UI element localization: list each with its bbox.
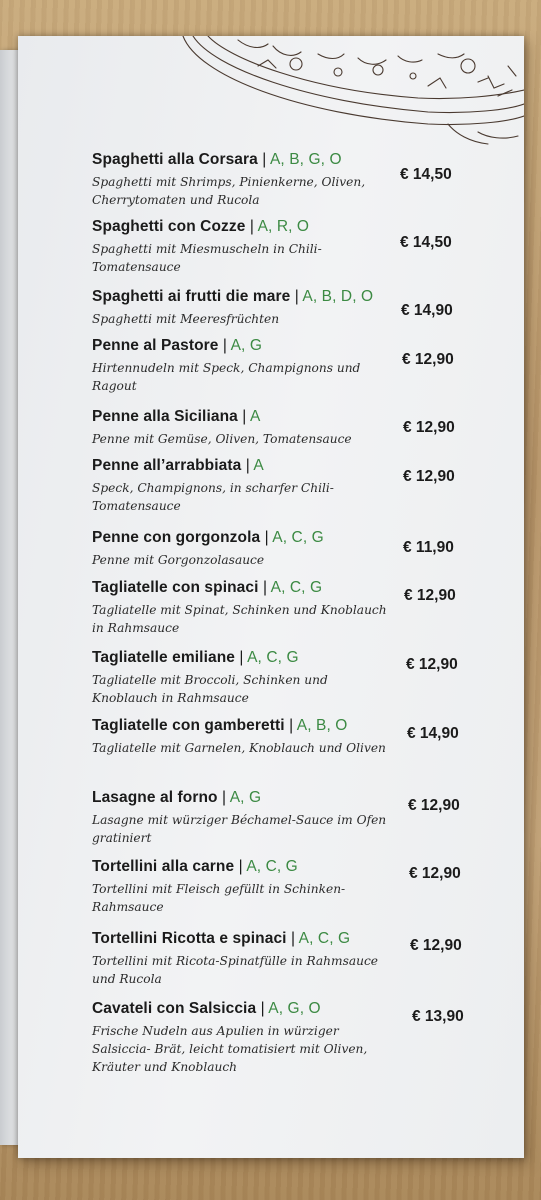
- dish-description: Tagliatelle mit Garnelen, Knoblauch und …: [92, 741, 386, 755]
- dish-name: Tortellini Ricotta e spinaci: [92, 930, 287, 947]
- menu-page: Spaghetti alla Corsara | A, B, G, O € 14,…: [18, 36, 524, 1158]
- separator: |: [258, 579, 271, 596]
- allergen-codes: A, C, G: [298, 930, 351, 947]
- dish-description: Tortellini mit Fleisch gefüllt in Schink…: [92, 882, 346, 914]
- allergen-codes: A, C, G: [247, 649, 299, 666]
- allergen-codes: A, G: [230, 337, 263, 354]
- dish-price: € 12,90: [403, 468, 455, 485]
- dish-name: Lasagne al forno: [92, 789, 218, 806]
- separator: |: [286, 930, 299, 947]
- allergen-codes: A, R, O: [257, 218, 310, 235]
- dish-description: Speck, Champignons, in scharfer Chili-To…: [92, 481, 334, 513]
- separator: |: [256, 1000, 269, 1017]
- dish-price: € 14,90: [407, 725, 459, 742]
- allergen-codes: A, C, G: [246, 858, 298, 875]
- dish-name: Spaghetti ai frutti die mare: [92, 288, 291, 305]
- dish-price: € 12,90: [410, 937, 462, 954]
- dish-title: Penne all’arrabbiata | A: [92, 457, 264, 475]
- dish-description: Penne mit Gorgonzolasauce: [92, 553, 265, 567]
- allergen-codes: A: [253, 457, 264, 474]
- dish-description: Frische Nudeln aus Apulien in würziger S…: [92, 1024, 368, 1074]
- dish-title: Tortellini alla carne | A, C, G: [92, 858, 298, 876]
- dish-name: Penne con gorgonzola: [92, 529, 261, 546]
- dish-price: € 12,90: [402, 351, 454, 368]
- dish-description: Tagliatelle mit Broccoli, Schinken und K…: [92, 673, 328, 705]
- dish-price: € 14,50: [400, 234, 452, 251]
- separator: |: [234, 858, 247, 875]
- dish-title: Spaghetti ai frutti die mare | A, B, D, …: [92, 288, 373, 306]
- dish-title: Spaghetti con Cozze | A, R, O: [92, 218, 309, 236]
- dish-price: € 12,90: [406, 656, 458, 673]
- dish-title: Penne con gorgonzola | A, C, G: [92, 529, 324, 547]
- dish-title: Tagliatelle emiliane | A, C, G: [92, 649, 299, 667]
- separator: |: [218, 337, 231, 354]
- dish-title: Penne alla Siciliana | A: [92, 408, 260, 426]
- dish-price: € 12,90: [408, 797, 460, 814]
- dish-name: Tagliatelle emiliane: [92, 649, 235, 666]
- dish-price: € 14,90: [401, 302, 453, 319]
- dish-price: € 12,90: [403, 419, 455, 436]
- separator: |: [245, 218, 258, 235]
- dish-name: Cavateli con Salsiccia: [92, 1000, 257, 1017]
- dish-price: € 12,90: [404, 587, 456, 604]
- dish-name: Spaghetti con Cozze: [92, 218, 246, 235]
- separator: |: [284, 717, 297, 734]
- allergen-codes: A: [249, 408, 261, 425]
- dish-description: Spaghetti mit Miesmuscheln in Chili-Toma…: [92, 242, 322, 274]
- dish-description: Hirtennudeln mit Speck, Champignons und …: [92, 361, 361, 393]
- separator: |: [290, 288, 303, 305]
- separator: |: [217, 789, 230, 806]
- dish-name: Tortellini alla carne: [92, 858, 235, 875]
- dish-title: Cavateli con Salsiccia | A, G, O: [92, 1000, 321, 1018]
- dish-name: Spaghetti alla Corsara: [92, 151, 258, 168]
- allergen-codes: A, B, D, O: [302, 288, 374, 305]
- separator: |: [257, 151, 270, 168]
- allergen-codes: A, G: [229, 789, 262, 806]
- dish-description: Tagliatelle mit Spinat, Schinken und Kno…: [92, 603, 387, 635]
- dish-name: Tagliatelle con spinaci: [92, 579, 259, 596]
- dish-description: Spaghetti mit Meeresfrüchten: [92, 312, 280, 326]
- dish-title: Tagliatelle con spinaci | A, C, G: [92, 579, 322, 597]
- dish-description: Spaghetti mit Shrimps, Pinienkerne, Oliv…: [92, 175, 366, 207]
- dish-title: Tortellini Ricotta e spinaci | A, C, G: [92, 930, 350, 948]
- dish-name: Tagliatelle con gamberetti: [92, 717, 285, 734]
- allergen-codes: A, B, G, O: [269, 151, 342, 168]
- separator: |: [237, 408, 250, 425]
- allergen-codes: A, B, O: [296, 717, 348, 734]
- dish-description: Tortellini mit Ricota-Spinatfülle in Rah…: [92, 954, 378, 986]
- dish-price: € 14,50: [400, 166, 452, 183]
- dish-price: € 11,90: [403, 539, 454, 556]
- separator: |: [260, 529, 273, 546]
- dish-description: Penne mit Gemüse, Oliven, Tomatensauce: [92, 432, 352, 446]
- allergen-codes: A, C, G: [270, 579, 323, 596]
- allergen-codes: A, G, O: [268, 1000, 321, 1017]
- dish-price: € 13,90: [412, 1008, 464, 1025]
- separator: |: [241, 457, 254, 474]
- dish-title: Penne al Pastore | A, G: [92, 337, 262, 355]
- dish-description: Lasagne mit würziger Béchamel-Sauce im O…: [92, 813, 387, 845]
- dish-title: Spaghetti alla Corsara | A, B, G, O: [92, 151, 342, 169]
- separator: |: [235, 649, 248, 666]
- dish-title: Lasagne al forno | A, G: [92, 789, 261, 807]
- dish-name: Penne alla Siciliana: [92, 408, 238, 425]
- dish-title: Tagliatelle con gamberetti | A, B, O: [92, 717, 347, 735]
- dish-price: € 12,90: [409, 865, 461, 882]
- allergen-codes: A, C, G: [272, 529, 324, 546]
- dish-name: Penne al Pastore: [92, 337, 219, 354]
- dish-name: Penne all’arrabbiata: [92, 457, 242, 474]
